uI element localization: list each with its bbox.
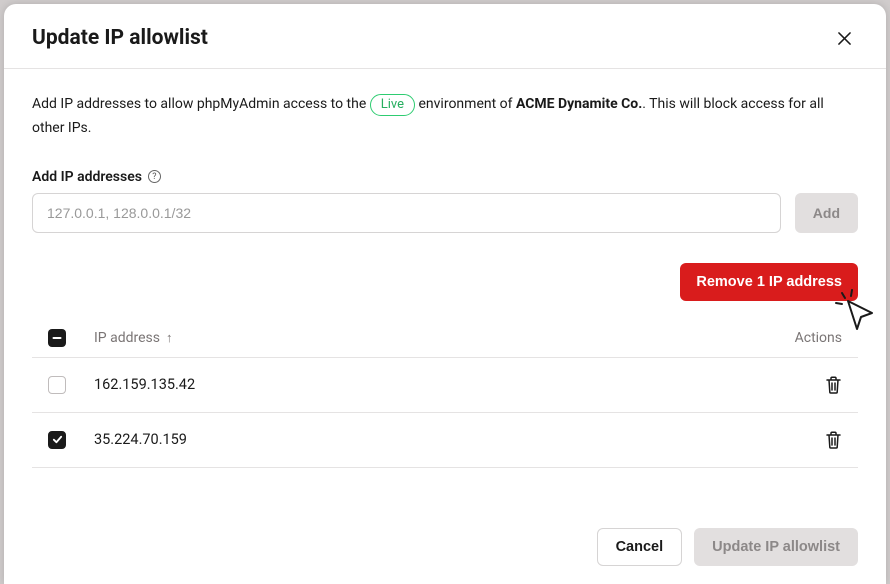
desc-pre: Add IP addresses to allow phpMyAdmin acc… — [32, 96, 370, 112]
select-all-checkbox[interactable] — [48, 329, 66, 347]
row-ip-cell: 162.159.135.42 — [94, 376, 752, 393]
actions-column-header: Actions — [752, 330, 842, 346]
close-icon — [838, 32, 851, 45]
ip-column-label: IP address — [94, 330, 160, 346]
input-row: Add — [32, 193, 858, 233]
row-checkbox[interactable] — [48, 431, 66, 449]
ip-column-header[interactable]: IP address ↑ — [94, 330, 752, 346]
environment-badge: Live — [370, 94, 415, 116]
check-icon — [52, 434, 63, 445]
row-checkbox-cell — [48, 376, 94, 394]
row-checkbox-cell — [48, 431, 94, 449]
table-row: 162.159.135.42 — [32, 358, 858, 413]
cancel-button[interactable]: Cancel — [597, 528, 683, 566]
modal-footer: Cancel Update IP allowlist — [4, 510, 886, 584]
modal-body: Add IP addresses to allow phpMyAdmin acc… — [4, 69, 886, 510]
org-name: ACME Dynamite Co. — [516, 96, 642, 112]
sort-ascending-icon: ↑ — [166, 330, 173, 346]
close-button[interactable] — [830, 24, 858, 52]
modal-title: Update IP allowlist — [32, 26, 208, 50]
trash-icon — [825, 431, 842, 449]
ip-address-input[interactable] — [32, 193, 781, 233]
header-checkbox-cell — [48, 329, 94, 347]
update-allowlist-button[interactable]: Update IP allowlist — [694, 528, 858, 566]
ip-allowlist-modal: Update IP allowlist Add IP addresses to … — [4, 4, 886, 584]
ip-field-label: Add IP addresses — [32, 169, 142, 185]
delete-row-button[interactable] — [752, 431, 842, 449]
modal-description: Add IP addresses to allow phpMyAdmin acc… — [32, 93, 858, 141]
row-checkbox[interactable] — [48, 376, 66, 394]
trash-icon — [825, 376, 842, 394]
add-button[interactable]: Add — [795, 193, 858, 233]
field-label-row: Add IP addresses ? — [32, 169, 858, 185]
row-ip-cell: 35.224.70.159 — [94, 431, 752, 448]
modal-header: Update IP allowlist — [4, 4, 886, 69]
ip-table: IP address ↑ Actions 162.159.135.42 35.22… — [32, 319, 858, 468]
remove-row: Remove 1 IP address — [32, 263, 858, 301]
indeterminate-icon — [52, 333, 62, 343]
desc-mid: environment of — [419, 96, 516, 112]
table-header: IP address ↑ Actions — [32, 319, 858, 358]
table-row: 35.224.70.159 — [32, 413, 858, 468]
remove-ip-button[interactable]: Remove 1 IP address — [680, 263, 858, 301]
delete-row-button[interactable] — [752, 376, 842, 394]
help-icon[interactable]: ? — [148, 170, 161, 183]
